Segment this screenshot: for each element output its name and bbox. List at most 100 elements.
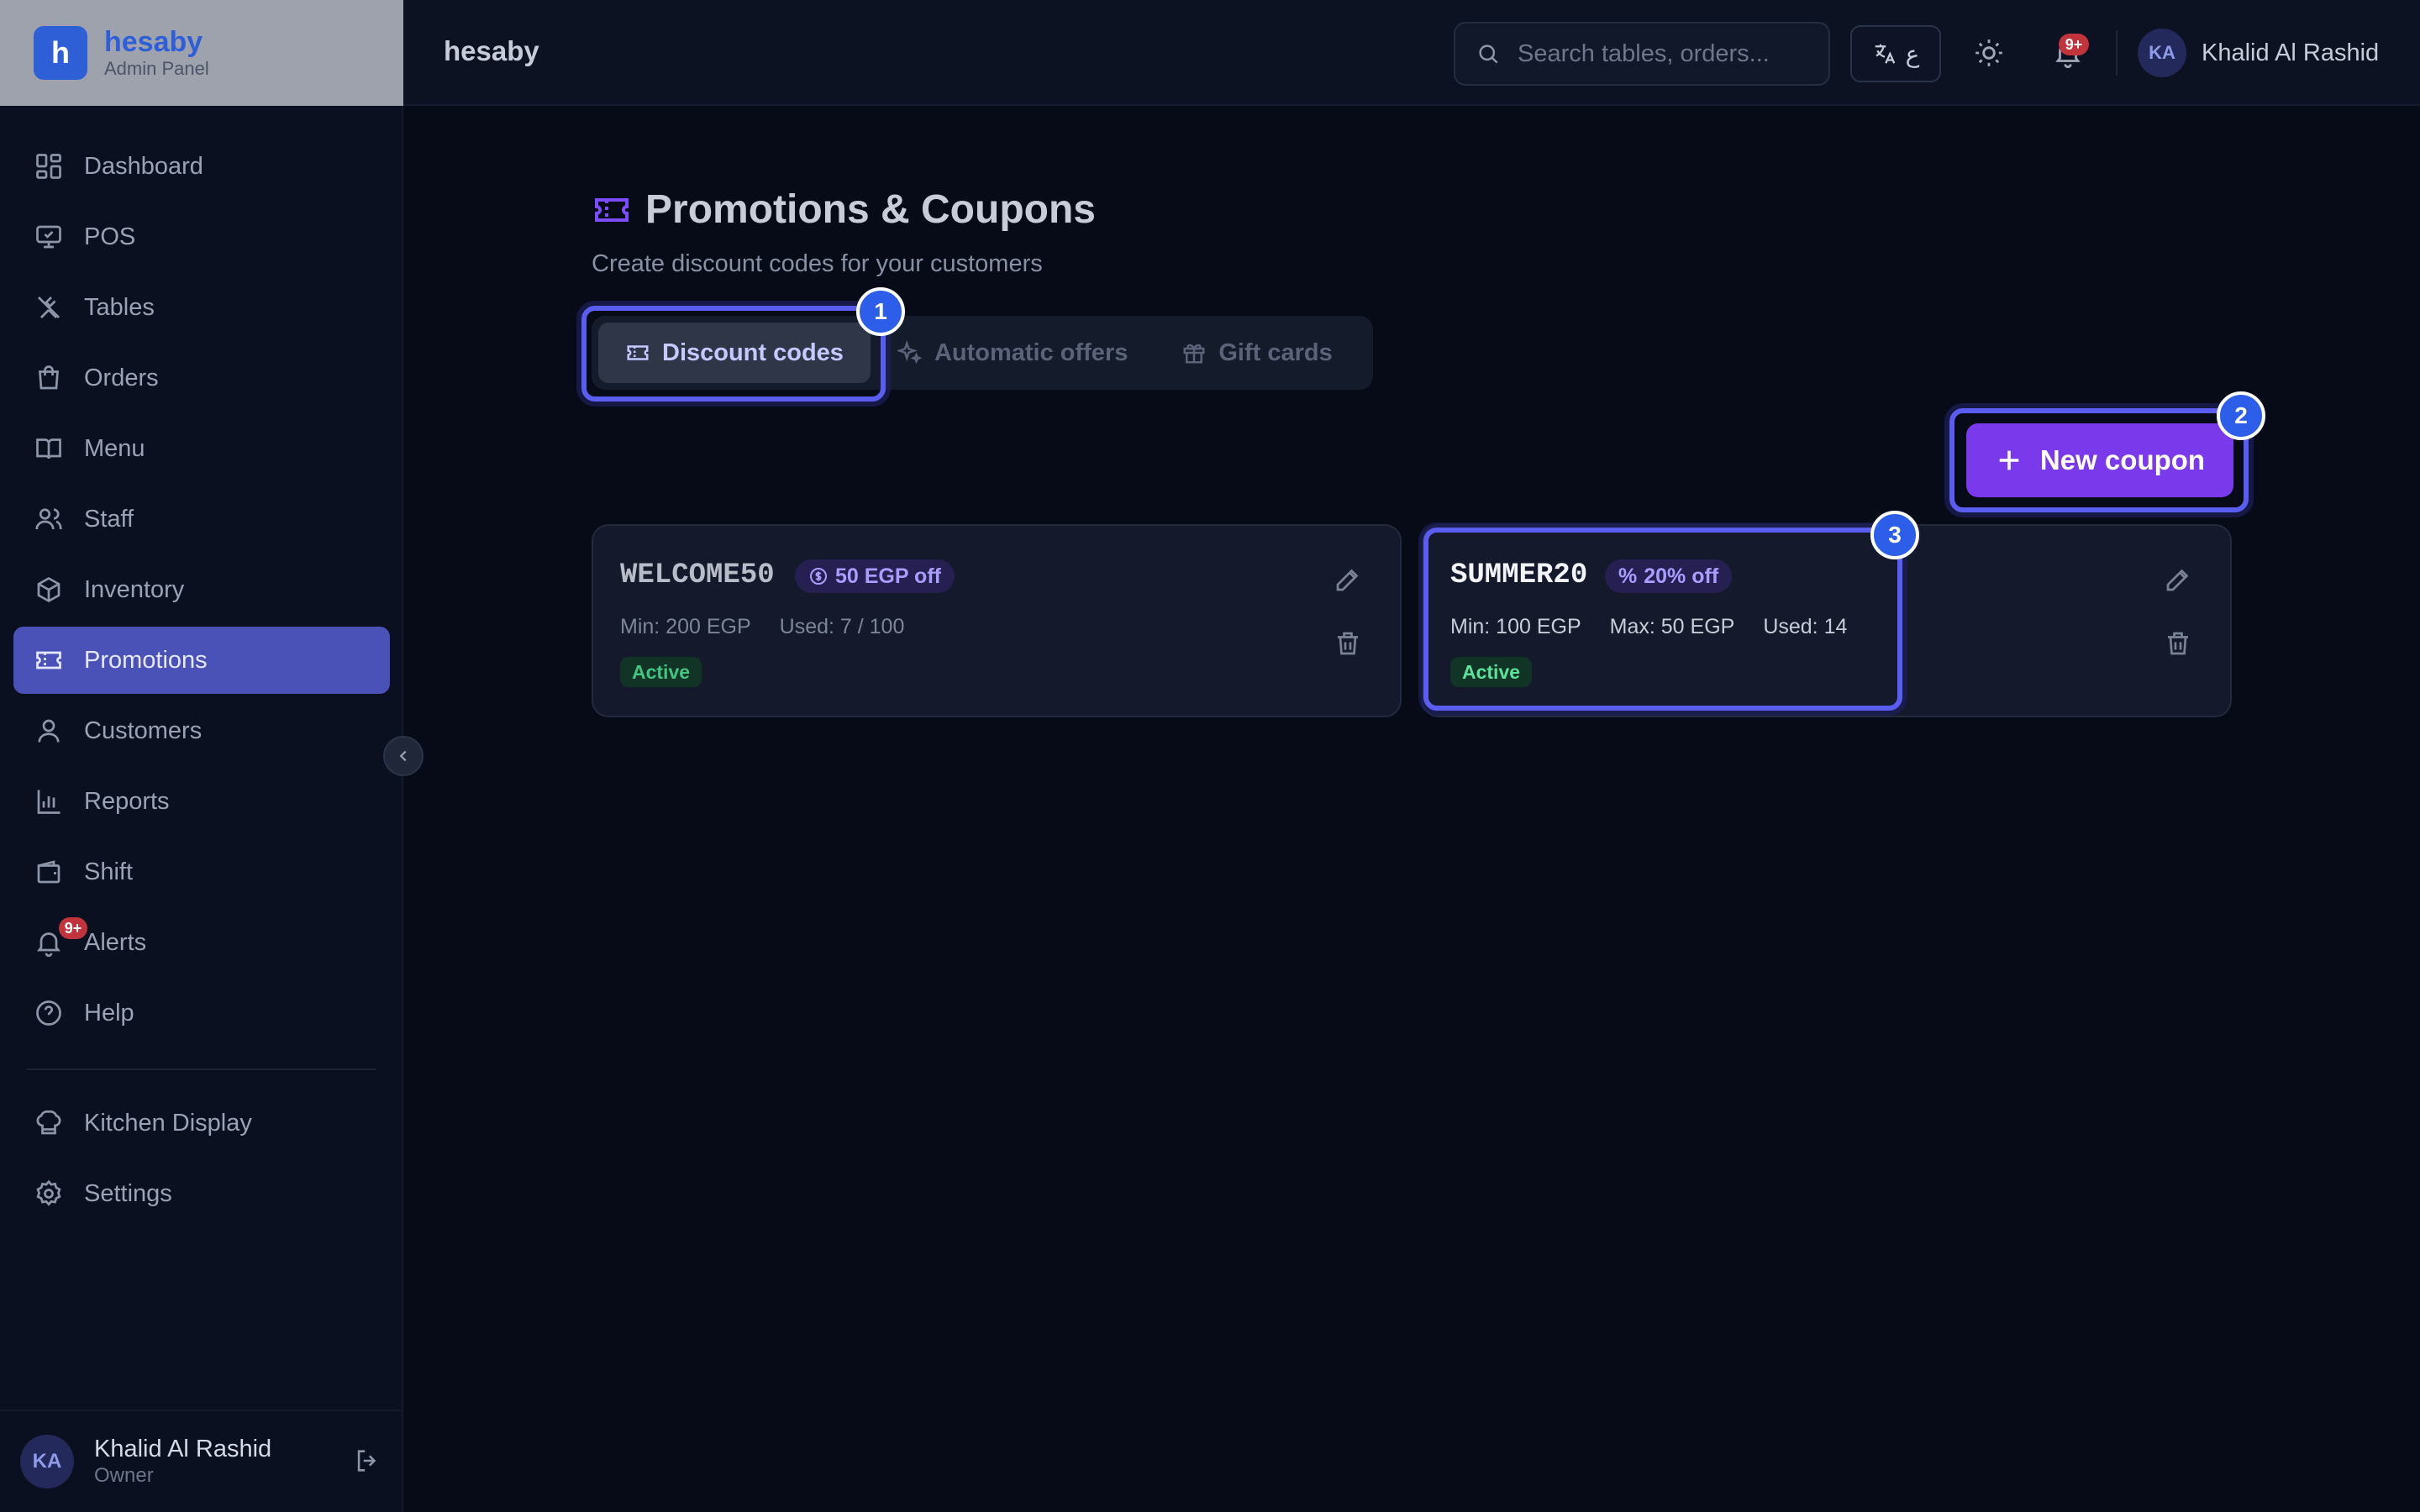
sidebar-item-label: POS [84,223,136,250]
box-icon [37,576,60,603]
tab-label: Discount codes [662,339,844,366]
tab-label: Automatic offers [934,339,1128,366]
discount-badge: 50 EGP off [795,559,955,593]
notification-badge: 9+ [2059,34,2089,55]
sidebar-item-menu[interactable]: Menu [13,415,390,482]
gift-icon [1183,344,1205,364]
sidebar-item-label: Shift [84,858,134,885]
topbar-user-name: Khalid Al Rashid [2202,39,2380,66]
logout-icon[interactable] [353,1446,381,1475]
step-marker-3: 3 [1870,511,1919,559]
sparkles-icon [897,340,923,365]
sidebar-item-label: Customers [84,717,203,744]
sidebar-item-customers[interactable]: Customers [13,697,390,764]
topbar: hesaby ع 9+ KA Khalid Al Rashid [403,0,2420,106]
trash-icon[interactable] [1333,628,1363,659]
sidebar-item-label: Menu [84,434,145,462]
edit-icon[interactable] [1333,564,1363,595]
user-icon [38,719,60,743]
coupon-card-summer20[interactable]: SUMMER20 % 20% off Min: 100 EGP Max: 50 … [1422,524,2232,717]
sidebar-item-settings[interactable]: Settings [13,1160,390,1227]
brand-logo: h [34,26,87,80]
sidebar-nav: Dashboard POS Tables Orders Menu Staff I… [13,133,390,1050]
sidebar-item-promotions[interactable]: Promotions [13,627,390,694]
topbar-divider [2116,30,2118,76]
sidebar-item-label: Staff [84,505,134,533]
chevron-left-icon [399,750,407,762]
topbar-user-menu[interactable]: KA Khalid Al Rashid [2138,29,2379,77]
sidebar-item-inventory[interactable]: Inventory [13,556,390,623]
sidebar-item-dashboard[interactable]: Dashboard [13,133,390,200]
coupon-used: Used: 7 / 100 [779,615,905,638]
users-icon [35,508,62,530]
sidebar-secondary-nav: Kitchen Display Settings [13,1089,390,1231]
search-box[interactable] [1454,22,1830,86]
discount-badge: % 20% off [1605,559,1733,593]
help-circle-icon [36,1000,61,1026]
sidebar-divider [27,1068,376,1070]
coupon-meta: Min: 200 EGP Used: 7 / 100 [620,615,933,639]
percent-icon: % [1618,564,1638,588]
discount-badge-label: 50 EGP off [835,564,941,588]
sidebar-item-label: Orders [84,364,159,391]
trash-icon[interactable] [2163,628,2193,659]
sidebar-item-alerts[interactable]: 9+ Alerts [13,909,390,976]
search-input[interactable] [1518,39,1820,68]
brand-subtitle: Admin Panel [104,58,209,79]
language-label: ع [1905,40,1920,67]
tab-discount-codes[interactable]: Discount codes [598,323,871,383]
sun-icon[interactable] [1973,37,2005,69]
collapse-sidebar-button[interactable] [383,736,424,776]
sidebar-item-label: Settings [84,1179,172,1207]
sidebar-item-label: Alerts [84,928,147,956]
sidebar-item-staff[interactable]: Staff [13,486,390,553]
new-coupon-label: New coupon [2039,444,2206,475]
coupon-used: Used: 14 [1763,615,1848,638]
new-coupon-button[interactable]: New coupon [1966,423,2233,497]
avatar[interactable]: KA [20,1435,74,1488]
coupon-min: Min: 100 EGP [1450,615,1581,638]
status-badge: Active [1450,657,1533,687]
sidebar-item-shift[interactable]: Shift [13,838,390,906]
coupon-max: Max: 50 EGP [1609,615,1735,638]
sidebar-item-label: Inventory [84,575,185,603]
chef-hat-icon [36,1110,61,1135]
step-marker-1: 1 [856,287,905,336]
search-icon [1479,45,1498,64]
coin-icon [810,568,827,585]
sidebar-item-label: Help [84,999,134,1026]
avatar: KA [2138,29,2186,77]
sidebar-item-kitchen-display[interactable]: Kitchen Display [13,1089,390,1157]
alerts-badge: 9+ [59,917,87,939]
ticket-icon [627,345,649,360]
utensils-icon [38,297,60,318]
bar-chart-icon [37,790,60,814]
sidebar-item-reports[interactable]: Reports [13,768,390,835]
coupon-code: WELCOME50 [620,559,775,591]
page-subtitle: Create discount codes for your customers [592,250,1043,277]
shopping-bag-icon [39,365,59,390]
coupon-min: Min: 200 EGP [620,615,751,638]
sidebar-item-pos[interactable]: POS [13,203,390,270]
edit-icon[interactable] [2163,564,2193,595]
sidebar-item-help[interactable]: Help [13,979,390,1047]
coupon-code: SUMMER20 [1450,559,1588,591]
language-toggle-button[interactable]: ع [1850,25,1941,82]
sidebar-user-role: Owner [94,1464,154,1487]
ticket-icon [36,651,61,669]
gear-icon [36,1179,61,1206]
brand[interactable]: h hesaby Admin Panel [0,0,403,106]
sidebar-item-label: Promotions [84,646,208,674]
dashboard-icon [36,154,61,179]
tab-automatic-offers[interactable]: Automatic offers [871,323,1155,383]
coupon-card-welcome50[interactable]: WELCOME50 50 EGP off Min: 200 EGP Used: … [592,524,1402,717]
sidebar-item-label: Kitchen Display [84,1109,252,1137]
sidebar-item-label: Dashboard [84,152,203,180]
tab-gift-cards[interactable]: Gift cards [1155,323,1359,383]
sidebar-item-label: Tables [84,293,155,321]
ticket-icon [595,197,629,222]
sidebar-item-orders[interactable]: Orders [13,344,390,412]
wallet-icon [37,860,60,884]
sidebar-item-tables[interactable]: Tables [13,274,390,341]
status-badge: Active [620,657,702,687]
